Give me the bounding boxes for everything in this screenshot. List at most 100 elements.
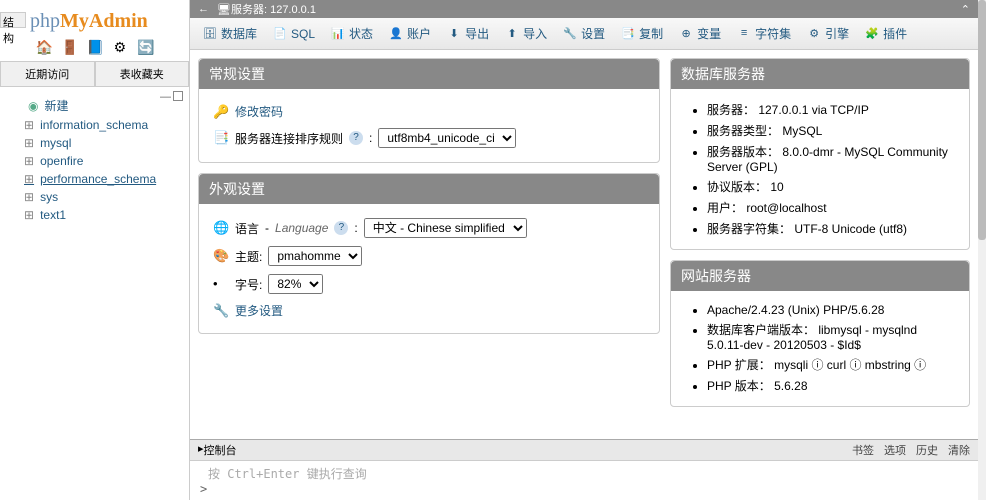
info-item: PHP 版本： 5.6.28 [707, 375, 955, 396]
toolbar-label: 导出 [465, 25, 489, 42]
collation-label: 服务器连接排序规则 [235, 130, 343, 147]
navigation-panel: 结构 phpMyAdmin 🏠 🚪 📘 ⚙ 🔄 近期访问 表收藏夹 — 新建 i… [0, 0, 190, 500]
toolbar-引擎[interactable]: ⚙ 引擎 [800, 22, 856, 45]
toolbar-label: 状态 [349, 25, 373, 42]
change-password-link[interactable]: 修改密码 [235, 103, 283, 120]
toolbar-变量[interactable]: ⊕ 变量 [672, 22, 728, 45]
main-panel: ← 🖥 服务器: 127.0.0.1 ⌃ 🗄 数据库 📄 SQL 📊 状态 👤 账户 ⬇ 导出 ⬆ 导… [190, 0, 978, 500]
db-item[interactable]: mysql [4, 134, 185, 152]
toolbar-label: 变量 [697, 25, 721, 42]
minimize-icon[interactable]: ⌃ [961, 3, 970, 16]
toolbar-label: 数据库 [221, 25, 257, 42]
console-bookmarks[interactable]: 书签 [852, 442, 874, 458]
panel-title: 外观设置 [199, 174, 659, 204]
toolbar-导入[interactable]: ⬆ 导入 [498, 22, 554, 45]
language-italic: Language [275, 221, 328, 235]
toolbar-数据库[interactable]: 🗄 数据库 [196, 22, 264, 45]
info-item: 服务器字符集： UTF-8 Unicode (utf8) [707, 218, 955, 239]
help-icon[interactable]: ? [349, 131, 363, 145]
toolbar-设置[interactable]: 🔧设置 [556, 22, 612, 45]
db-item[interactable]: text1 [4, 206, 185, 224]
language-select[interactable]: 中文 - Chinese simplified [364, 218, 527, 238]
toolbar-icon: ⊕ [679, 27, 693, 41]
toolbar-label: 字符集 [755, 25, 791, 42]
info-item: 数据库客户端版本： libmysql - mysqlnd 5.0.11-dev … [707, 319, 955, 354]
info-item: 服务器版本： 8.0.0-dmr - MySQL Community Serve… [707, 141, 955, 176]
toolbar-导出[interactable]: ⬇ 导出 [440, 22, 496, 45]
db-item[interactable]: openfire [4, 152, 185, 170]
console-hint: 按 Ctrl+Enter 键执行查询 [208, 467, 367, 481]
server-label: 服务器: 127.0.0.1 [231, 1, 961, 17]
db-item[interactable]: sys [4, 188, 185, 206]
help-icon[interactable]: ? [334, 221, 348, 235]
collation-icon: 📑 [213, 130, 229, 146]
fontsize-select[interactable]: 82% [268, 274, 323, 294]
web-server-panel: 网站服务器 Apache/2.4.23 (Unix) PHP/5.6.28数据库… [670, 260, 970, 407]
info-item: 服务器： 127.0.0.1 via TCP/IP [707, 99, 955, 120]
theme-select[interactable]: pmahomme [268, 246, 362, 266]
toolbar-label: 账户 [407, 25, 431, 42]
general-settings-panel: 常规设置 🔑 修改密码 📑 服务器连接排序规则 ? : utf8mb4_unic… [198, 58, 660, 163]
toolbar-icon: 📄 [273, 27, 287, 41]
globe-icon: 🌐 [213, 220, 229, 236]
console-options[interactable]: 选项 [884, 442, 906, 458]
toolbar-字符集[interactable]: ≡字符集 [730, 22, 798, 45]
toolbar-状态[interactable]: 📊 状态 [324, 22, 380, 45]
settings-icon[interactable]: ⚙ [112, 39, 128, 55]
toolbar-SQL[interactable]: 📄 SQL [266, 22, 322, 45]
topbar: ← 🖥 服务器: 127.0.0.1 ⌃ [190, 0, 978, 18]
toolbar-icon: 🗄 [203, 27, 217, 41]
quick-icons: 🏠 🚪 📘 ⚙ 🔄 [0, 37, 189, 61]
language-label: 语言 [235, 220, 259, 237]
new-database[interactable]: 新建 [4, 95, 185, 116]
toolbar-icon: 🧩 [865, 27, 879, 41]
toolbar-label: 导入 [523, 25, 547, 42]
collapse-icon[interactable]: — [160, 91, 171, 103]
wrench-icon: 🔧 [213, 303, 229, 319]
fontsize-label: 字号: [235, 276, 262, 293]
toolbar-icon: ⬆ [505, 27, 519, 41]
theme-label: 主题: [235, 248, 262, 265]
back-arrow-icon[interactable]: ← [198, 3, 209, 15]
scrollbar[interactable] [978, 0, 986, 500]
structure-tab[interactable]: 结构 [0, 12, 26, 28]
info-item: 协议版本： 10 [707, 176, 955, 197]
appearance-settings-panel: 外观设置 🌐 语言 - Language ? : 中文 - Chinese si… [198, 173, 660, 334]
tree-settings-icon[interactable] [173, 91, 183, 101]
server-icon: 🖥 [217, 3, 231, 16]
logout-icon[interactable]: 🚪 [61, 39, 77, 55]
info-item: PHP 扩展： mysqli ⓘ curl ⓘ mbstring ⓘ [707, 354, 955, 375]
toolbar-icon: 📑 [621, 27, 635, 41]
toolbar-icon: 👤 [389, 27, 403, 41]
db-item[interactable]: information_schema [4, 116, 185, 134]
theme-icon: 🎨 [213, 248, 229, 264]
docs-icon[interactable]: 📘 [87, 39, 103, 55]
key-icon: 🔑 [213, 104, 229, 120]
db-tree: — 新建 information_schema mysql openfire p… [0, 87, 189, 232]
console-history[interactable]: 历史 [916, 442, 938, 458]
console: ▸ 控制台 书签 选项 历史 清除 按 Ctrl+Enter 键执行查询 > [190, 439, 978, 500]
db-item-selected[interactable]: performance_schema [4, 170, 185, 188]
console-prompt[interactable]: > [200, 482, 968, 496]
toolbar-复制[interactable]: 📑复制 [614, 22, 670, 45]
toolbar-icon: 📊 [331, 27, 345, 41]
reload-icon[interactable]: 🔄 [137, 39, 153, 55]
info-item: 服务器类型： MySQL [707, 120, 955, 141]
bullet-icon: • [213, 276, 229, 292]
toolbar-icon: ⚙ [807, 27, 821, 41]
toolbar-label: 引擎 [825, 25, 849, 42]
more-settings-link[interactable]: 更多设置 [235, 302, 283, 319]
info-item: 用户： root@localhost [707, 197, 955, 218]
toolbar-插件[interactable]: 🧩插件 [858, 22, 914, 45]
console-clear[interactable]: 清除 [948, 442, 970, 458]
toolbar-label: SQL [291, 27, 315, 41]
logo: phpMyAdmin [0, 0, 189, 37]
panel-title: 常规设置 [199, 59, 659, 89]
toolbar-账户[interactable]: 👤 账户 [382, 22, 438, 45]
tab-favorites[interactable]: 表收藏夹 [95, 61, 190, 86]
home-icon[interactable]: 🏠 [36, 39, 52, 55]
toolbar-icon: ⬇ [447, 27, 461, 41]
tab-recent[interactable]: 近期访问 [0, 61, 95, 86]
toolbar-icon: 🔧 [563, 27, 577, 41]
collation-select[interactable]: utf8mb4_unicode_ci [378, 128, 516, 148]
